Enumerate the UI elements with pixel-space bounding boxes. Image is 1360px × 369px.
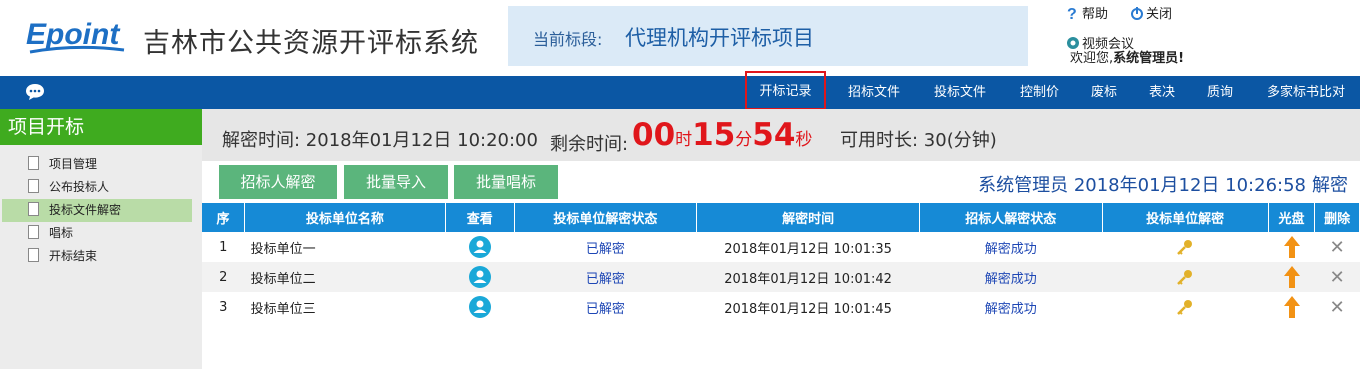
epoint-logo: Epoint <box>26 18 125 54</box>
document-icon <box>28 225 39 239</box>
stage-value: 代理机构开评标项目 <box>625 26 814 50</box>
col-owner-decrypt-status: 招标人解密状态 <box>919 203 1103 232</box>
owner-status: 解密成功 <box>919 262 1103 292</box>
owner-status: 解密成功 <box>984 301 1037 317</box>
col-view: 查看 <box>445 203 515 232</box>
sidebar-item-opening-end[interactable]: 开标结束 <box>2 245 192 268</box>
bidder-name: 投标单位二 <box>244 262 446 292</box>
sidebar-title: 项目开标 <box>0 109 202 145</box>
col-disc: 光盘 <box>1268 203 1316 232</box>
nav-vote[interactable]: 表决 <box>1141 76 1183 109</box>
countdown-timer: 00时15分54秒 <box>632 117 813 153</box>
sidebar: 项目开标 项目管理 公布投标人 投标文件解密 唱标 开标结束 <box>0 109 202 369</box>
sidebar-item-publish-bidders[interactable]: 公布投标人 <box>2 176 192 199</box>
nav-multi-bid-compare[interactable]: 多家标书比对 <box>1258 76 1354 109</box>
table-row: 3 投标单位三 已解密 2018年01月12日 10:01:45 解密成功 ✕ <box>202 292 1360 322</box>
close-label: 关闭 <box>1146 7 1173 22</box>
upload-arrow-icon[interactable] <box>1283 295 1301 319</box>
table-row: 1 投标单位一 已解密 2018年01月12日 10:01:35 解密成功 ✕ <box>202 232 1360 262</box>
owner-status: 解密成功 <box>984 241 1037 257</box>
bidder-status: 已解密 <box>514 262 697 292</box>
table-header-row: 序 投标单位名称 查看 投标单位解密状态 解密时间 招标人解密状态 投标单位解密… <box>202 203 1360 232</box>
batch-import-button[interactable]: 批量导入 <box>344 165 448 199</box>
user-time-line: 系统管理员 2018年01月12日 10:26:58 解密 <box>978 171 1348 197</box>
available-duration: 可用时长: 30(分钟) <box>840 130 997 151</box>
welcome-user: 系统管理员! <box>1113 51 1185 66</box>
table-row: 2 投标单位二 已解密 2018年01月12日 10:01:42 解密成功 ✕ <box>202 262 1360 292</box>
nav-tender-file[interactable]: 招标文件 <box>840 76 908 109</box>
key-icon[interactable] <box>1176 298 1194 316</box>
key-icon[interactable] <box>1176 268 1194 286</box>
bid-decrypt-table: 序 投标单位名称 查看 投标单位解密状态 解密时间 招标人解密状态 投标单位解密… <box>202 203 1360 322</box>
current-stage-box: 当前标段: 代理机构开评标项目 <box>508 6 1028 66</box>
decrypt-time-cell: 2018年01月12日 10:01:35 <box>724 241 892 257</box>
info-bar: 解密时间: 2018年01月12日 10:20:00 剩余时间: 00时15分5… <box>202 109 1360 161</box>
decrypt-time-cell: 2018年01月12日 10:01:42 <box>696 262 920 292</box>
col-bidder-name: 投标单位名称 <box>244 203 446 232</box>
user-view-icon[interactable] <box>468 296 491 318</box>
bidder-name: 投标单位三 <box>250 301 316 317</box>
sidebar-item-project-management[interactable]: 项目管理 <box>2 153 192 176</box>
upload-arrow-icon[interactable] <box>1283 235 1301 259</box>
document-icon <box>28 179 39 193</box>
top-nav: 开标记录 招标文件 投标文件 控制价 废标 表决 质询 多家标书比对 <box>0 71 1360 110</box>
stage-label: 当前标段: <box>533 30 603 49</box>
col-bidder-decrypt-status: 投标单位解密状态 <box>514 203 698 232</box>
document-icon <box>28 156 39 170</box>
batch-reading-button[interactable]: 批量唱标 <box>454 165 558 199</box>
decrypt-time: 解密时间: 2018年01月12日 10:20:00 <box>222 130 538 151</box>
header: Epoint 吉林市公共资源开评标系统 当前标段: 代理机构开评标项目 ? 帮助… <box>0 0 1360 76</box>
power-icon <box>1131 6 1143 20</box>
bidder-status: 已解密 <box>585 301 625 317</box>
nav-bid-file[interactable]: 投标文件 <box>926 76 994 109</box>
owner-decrypt-button[interactable]: 招标人解密 <box>219 165 337 199</box>
nav-bid-opening-record[interactable]: 开标记录 <box>745 71 826 110</box>
nav-invalid-bid[interactable]: 废标 <box>1083 76 1125 109</box>
user-view-icon[interactable] <box>468 236 491 258</box>
document-icon <box>28 248 39 262</box>
chat-icon[interactable] <box>25 83 45 101</box>
system-title: 吉林市公共资源开评标系统 <box>143 28 479 59</box>
help-label: 帮助 <box>1082 7 1109 22</box>
col-bidder-decrypt: 投标单位解密 <box>1102 203 1269 232</box>
welcome-text: 欢迎您,系统管理员! <box>1070 51 1185 66</box>
nav-inquiry[interactable]: 质询 <box>1199 76 1241 109</box>
remaining-label: 剩余时间: <box>550 134 629 155</box>
question-icon: ? <box>1067 6 1077 21</box>
main-content: 解密时间: 2018年01月12日 10:20:00 剩余时间: 00时15分5… <box>202 109 1360 369</box>
col-delete: 删除 <box>1314 203 1360 232</box>
document-icon <box>28 202 39 216</box>
svg-text:Epoint: Epoint <box>26 18 121 51</box>
decrypt-time-cell: 2018年01月12日 10:01:45 <box>724 301 892 317</box>
user-time-text: 系统管理员 2018年01月12日 10:26:58 <box>978 175 1306 196</box>
col-no: 序 <box>202 203 246 232</box>
user-view-icon[interactable] <box>468 266 491 288</box>
help-link[interactable]: ? 帮助 <box>1066 3 1109 23</box>
delete-icon[interactable]: ✕ <box>1330 267 1345 288</box>
delete-icon[interactable]: ✕ <box>1330 297 1345 318</box>
bidder-status: 已解密 <box>585 241 625 257</box>
upload-arrow-icon[interactable] <box>1283 265 1301 289</box>
sidebar-item-bid-decrypt[interactable]: 投标文件解密 <box>2 199 192 222</box>
svg-text:?: ? <box>1067 6 1077 21</box>
bidder-name: 投标单位一 <box>250 241 316 257</box>
delete-icon[interactable]: ✕ <box>1330 237 1345 258</box>
decrypt-link[interactable]: 解密 <box>1312 175 1348 196</box>
close-link[interactable]: 关闭 <box>1130 3 1172 22</box>
key-icon[interactable] <box>1176 238 1194 256</box>
col-decrypt-time: 解密时间 <box>696 203 921 232</box>
nav-control-price[interactable]: 控制价 <box>1012 76 1067 109</box>
sidebar-item-bid-reading[interactable]: 唱标 <box>2 222 192 245</box>
